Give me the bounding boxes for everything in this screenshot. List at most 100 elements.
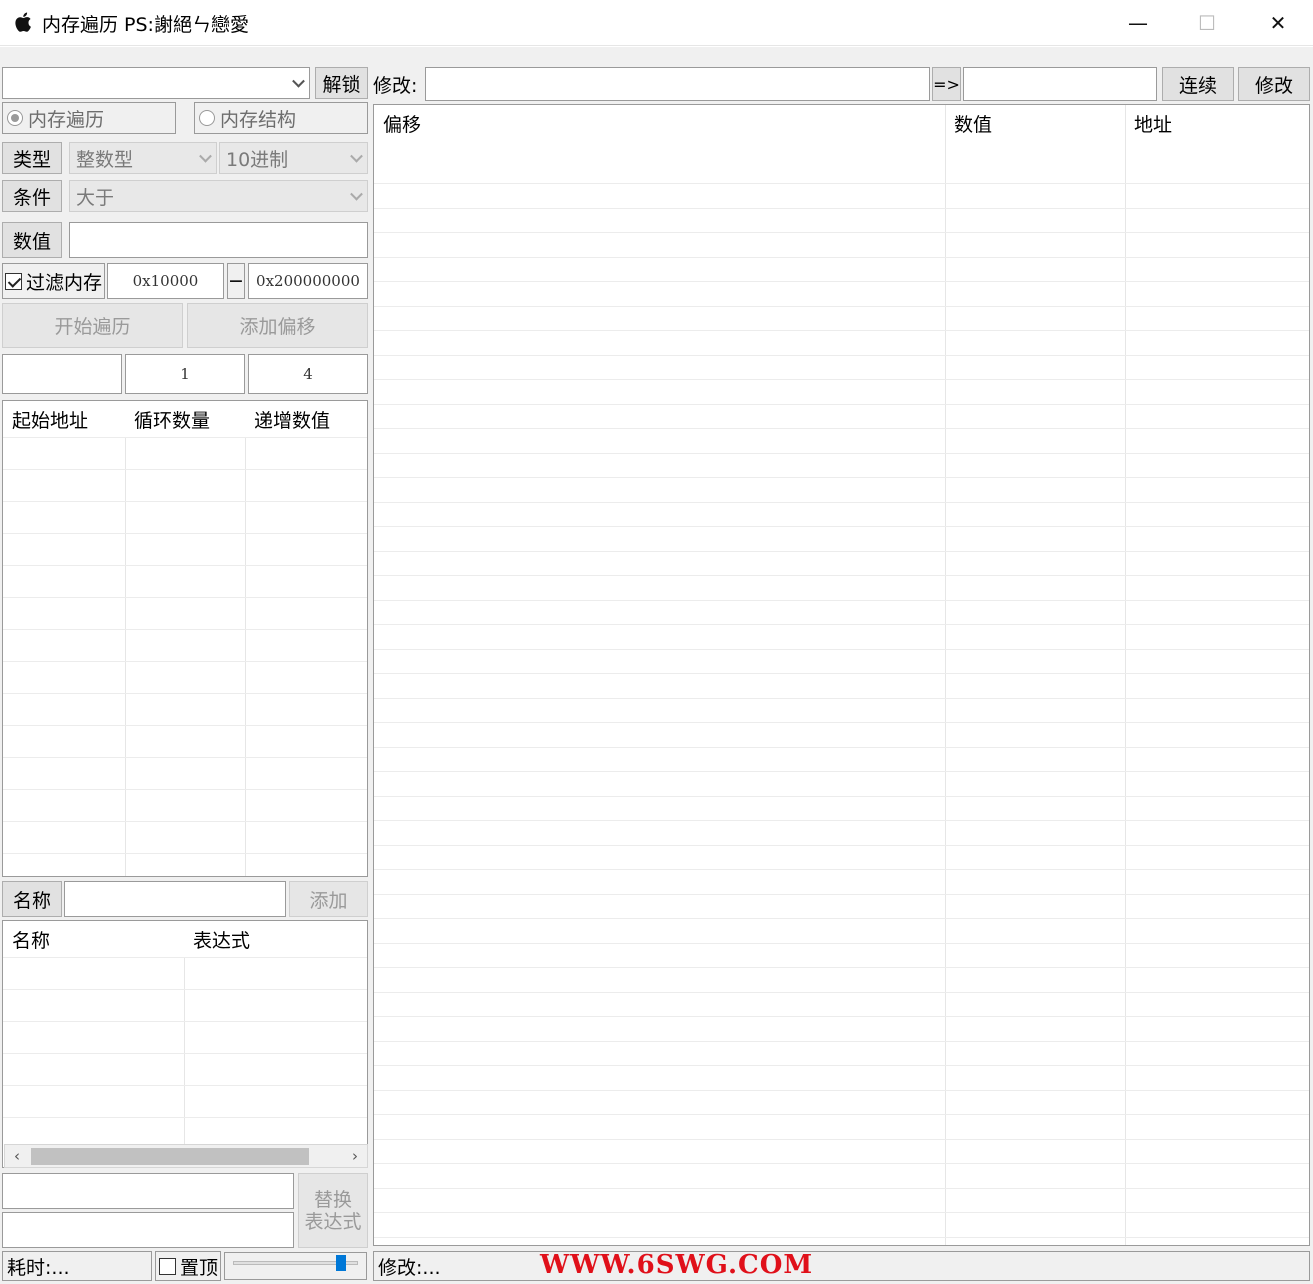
expr-col-name[interactable]: 名称 [3, 921, 184, 957]
row-gridline [374, 281, 1309, 282]
row-gridline [374, 599, 1309, 601]
radio-memory-structure-label: 内存结构 [220, 108, 297, 131]
process-select[interactable] [2, 67, 310, 99]
minimize-button[interactable]: — [1103, 0, 1173, 46]
replace-input-2[interactable] [2, 1212, 294, 1248]
row-gridline [374, 673, 1309, 674]
arrow-button[interactable]: => [932, 67, 961, 101]
row-gridline [374, 1187, 1309, 1189]
row-gridline [374, 967, 1309, 968]
range-dash: − [227, 263, 245, 299]
modify-button[interactable]: 修改 [1238, 67, 1310, 101]
loop-table[interactable]: 起始地址 循环数量 递增数值 [2, 400, 368, 877]
offset-input-3[interactable]: 4 [248, 354, 368, 394]
scroll-right-icon[interactable]: › [345, 1146, 365, 1166]
condition-button[interactable]: 条件 [2, 180, 62, 212]
row-gridline [374, 477, 1309, 478]
row-gridline [374, 183, 1309, 184]
unlock-button[interactable]: 解锁 [315, 67, 368, 99]
row-gridline [374, 697, 1309, 699]
name-button[interactable]: 名称 [2, 881, 62, 917]
row-gridline [374, 403, 1309, 405]
row-gridline [3, 469, 367, 470]
radio-checked-icon [7, 110, 23, 126]
chevron-down-icon [292, 74, 305, 88]
start-traverse-button[interactable]: 开始遍历 [2, 303, 183, 348]
row-gridline [3, 1053, 367, 1054]
slider-knob[interactable] [335, 1255, 346, 1271]
row-gridline [374, 942, 1309, 944]
row-gridline [374, 820, 1309, 821]
expression-table[interactable]: 名称 表达式 [2, 920, 368, 1168]
filter-start-input[interactable]: 0x10000 [107, 263, 224, 299]
row-gridline [374, 869, 1309, 870]
value-input[interactable] [69, 222, 368, 258]
close-button[interactable]: ✕ [1243, 0, 1313, 46]
row-gridline [374, 893, 1309, 895]
opacity-slider[interactable] [224, 1252, 367, 1280]
column-divider [125, 437, 126, 876]
condition-select[interactable]: 大于 [69, 180, 368, 212]
modify-label: 修改: [373, 74, 418, 97]
add-offset-button[interactable]: 添加偏移 [187, 303, 368, 348]
expr-col-expression[interactable]: 表达式 [184, 921, 367, 957]
result-col-address[interactable]: 地址 [1125, 105, 1309, 141]
row-gridline [374, 526, 1309, 527]
loop-col-start-address[interactable]: 起始地址 [3, 401, 125, 437]
row-gridline [374, 232, 1309, 233]
row-gridline [3, 629, 367, 630]
horizontal-scrollbar[interactable]: ‹ › [4, 1144, 368, 1168]
loop-col-count[interactable]: 循环数量 [125, 401, 245, 437]
row-gridline [374, 722, 1309, 723]
row-gridline [374, 1163, 1309, 1164]
offset-input-2[interactable]: 1 [125, 354, 245, 394]
column-divider [1125, 105, 1126, 1245]
continuous-button[interactable]: 连续 [1162, 67, 1234, 101]
column-divider [245, 437, 246, 876]
row-gridline [3, 565, 367, 566]
replace-input-1[interactable] [2, 1173, 294, 1209]
type-button[interactable]: 类型 [2, 142, 62, 174]
row-gridline [374, 991, 1309, 993]
row-gridline [374, 746, 1309, 748]
row-gridline [3, 437, 367, 438]
row-gridline [374, 452, 1309, 454]
filter-memory-checkbox[interactable]: 过滤内存 [2, 263, 105, 299]
condition-select-value: 大于 [76, 186, 115, 209]
type-select[interactable]: 整数型 [69, 142, 217, 174]
row-gridline [3, 533, 367, 534]
scrollbar-thumb[interactable] [31, 1148, 309, 1165]
row-gridline [3, 853, 367, 854]
add-button[interactable]: 添加 [289, 881, 368, 917]
row-gridline [374, 648, 1309, 650]
radix-select[interactable]: 10进制 [219, 142, 368, 174]
maximize-button[interactable]: ☐ [1172, 0, 1242, 46]
result-table[interactable]: 偏移 数值 地址 [373, 104, 1310, 1246]
loop-col-increment[interactable]: 递增数值 [245, 401, 367, 437]
row-gridline [3, 1021, 367, 1022]
result-col-offset[interactable]: 偏移 [374, 105, 945, 141]
result-col-value[interactable]: 数值 [945, 105, 1125, 141]
target-input[interactable] [963, 67, 1157, 101]
topmost-checkbox[interactable]: 置顶 [155, 1251, 221, 1281]
replace-expression-button[interactable]: 替换 表达式 [298, 1173, 368, 1248]
checkbox-checked-icon [5, 272, 22, 290]
offset-input-1[interactable] [2, 354, 122, 394]
radio-memory-traverse[interactable]: 内存遍历 [2, 102, 176, 134]
row-gridline [374, 795, 1309, 797]
scroll-left-icon[interactable]: ‹ [7, 1146, 27, 1166]
row-gridline [374, 1138, 1309, 1140]
row-gridline [3, 597, 367, 598]
row-gridline [374, 624, 1309, 625]
filter-end-input[interactable]: 0x200000000 [248, 263, 368, 299]
row-gridline [374, 379, 1309, 380]
row-gridline [374, 354, 1309, 356]
row-gridline [3, 661, 367, 662]
row-gridline [3, 989, 367, 990]
name-input[interactable] [64, 881, 286, 917]
modify-input[interactable] [425, 67, 930, 101]
radio-memory-structure[interactable]: 内存结构 [194, 102, 368, 134]
window-title: 内存遍历 PS:謝絕ㄣ戀愛 [42, 14, 249, 36]
row-gridline [374, 1212, 1309, 1213]
value-button[interactable]: 数值 [2, 222, 62, 258]
